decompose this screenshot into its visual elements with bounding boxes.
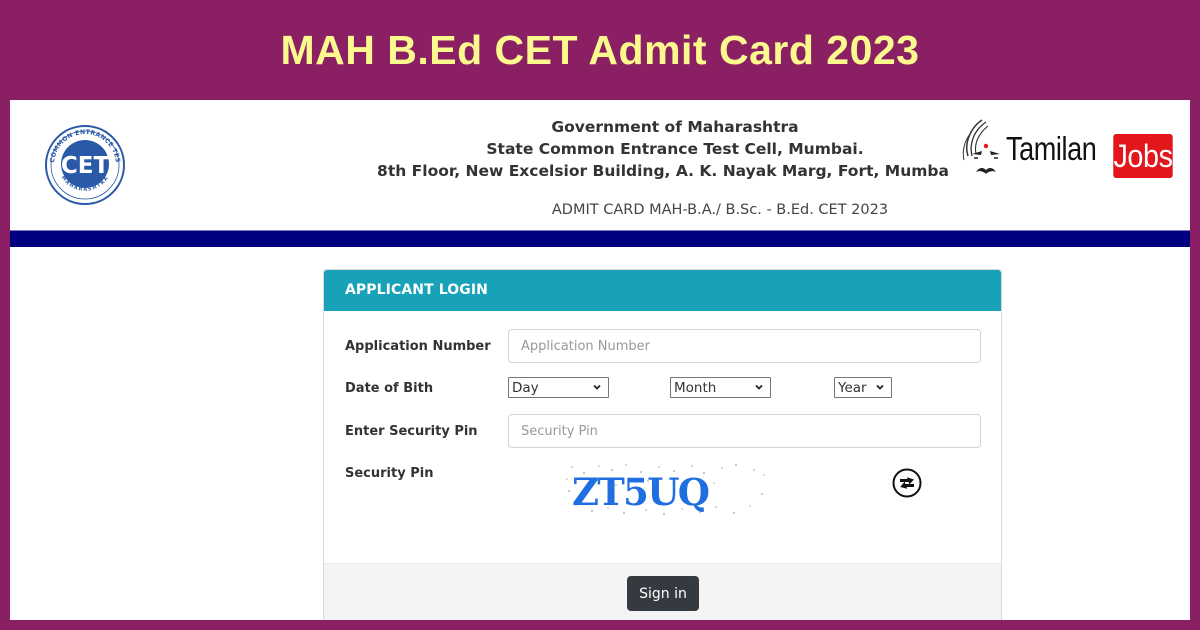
admit-card-screenshot: STATE COMMON ENTRANCE TEST CELL MAHARASH…: [10, 100, 1190, 620]
dob-year-value: Year: [838, 379, 867, 396]
gov-line-1: Government of Maharashtra: [551, 118, 799, 136]
application-number-placeholder: Application Number: [521, 338, 650, 354]
dob-month-value: Month: [674, 379, 717, 396]
date-of-birth-label: Date of Bith: [345, 381, 434, 396]
captcha-image: ZT5UQ: [566, 464, 765, 515]
sign-in-button[interactable]: Sign in: [627, 576, 699, 611]
dob-year-select[interactable]: Year: [834, 377, 892, 398]
security-pin-placeholder: Security Pin: [521, 423, 598, 439]
gov-line-3: 8th Floor, New Excelsior Building, A. K.…: [377, 162, 949, 180]
application-number-input[interactable]: Application Number: [508, 329, 981, 363]
dob-day-value: Day: [512, 379, 539, 396]
security-pin-input-row: Enter Security Pin Security Pin: [324, 414, 1003, 448]
cet-logo-text: CET: [61, 153, 110, 179]
government-address: Government of Maharashtra State Common E…: [377, 116, 970, 182]
chevron-down-icon: [593, 384, 601, 390]
security-pin-captcha-label: Security Pin: [345, 466, 434, 481]
gov-line-2: State Common Entrance Test Cell, Mumbai.: [486, 140, 864, 158]
admit-card-subtitle: ADMIT CARD MAH-B.A./ B.Sc. - B.Ed. CET 2…: [551, 202, 889, 218]
application-number-row: Application Number Application Number: [324, 329, 1003, 363]
chevron-down-icon: [876, 384, 884, 390]
site-header: STATE COMMON ENTRANCE TEST CELL MAHARASH…: [10, 100, 1190, 230]
login-card-footer: Sign in: [324, 563, 1001, 620]
refresh-captcha-icon[interactable]: [891, 467, 923, 499]
login-card-heading: APPLICANT LOGIN: [324, 270, 1001, 311]
mascot-face-icon: [962, 119, 1000, 174]
banner-title: MAH B.Ed CET Admit Card 2023: [280, 26, 920, 73]
header-divider-bar: [10, 230, 1190, 247]
date-of-birth-row: Date of Bith Day Month Year: [324, 377, 1003, 399]
application-number-label: Application Number: [345, 339, 491, 354]
chevron-down-icon: [755, 384, 763, 390]
security-pin-input[interactable]: Security Pin: [508, 414, 981, 448]
applicant-login-card: APPLICANT LOGIN Application Number Appli…: [323, 269, 1002, 620]
dob-month-select[interactable]: Month: [670, 377, 771, 398]
security-pin-input-label: Enter Security Pin: [345, 424, 478, 439]
cet-logo: STATE COMMON ENTRANCE TEST CELL MAHARASH…: [44, 124, 125, 205]
dob-day-select[interactable]: Day: [508, 377, 609, 398]
captcha-text: ZT5UQ: [572, 470, 712, 514]
tamilanjobs-watermark-logo: Tamilan Jobs: [960, 114, 1180, 184]
logo-word-jobs: Jobs: [1113, 134, 1173, 178]
logo-word-tamilan: Tamilan: [1006, 130, 1097, 167]
